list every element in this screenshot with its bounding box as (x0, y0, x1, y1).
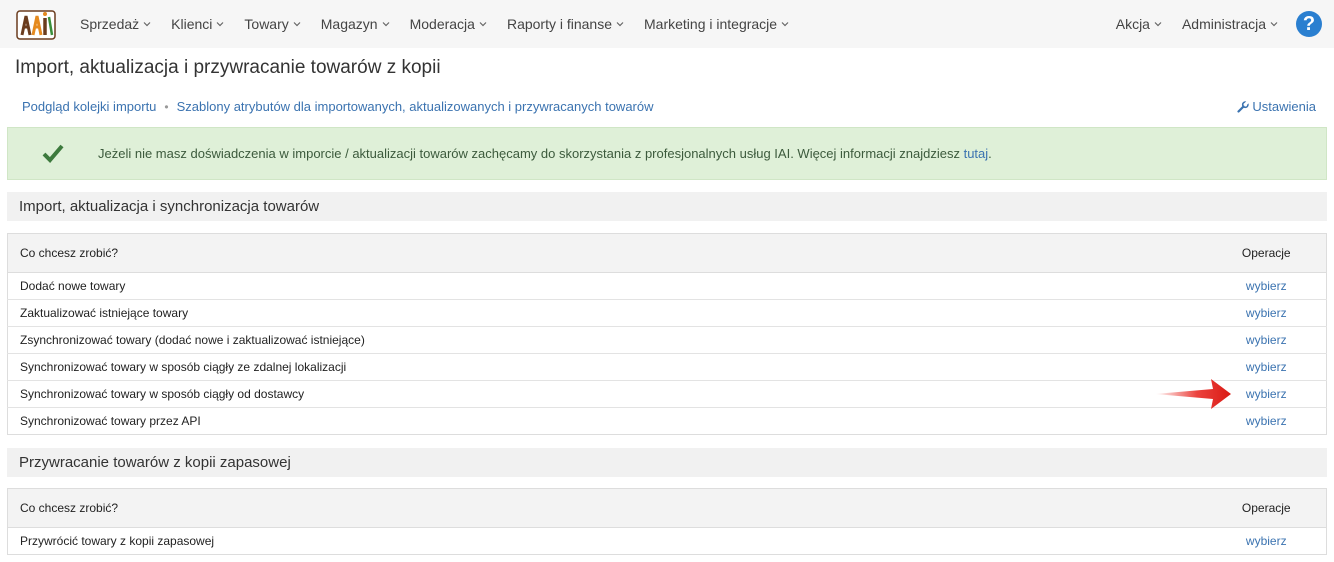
choose-link[interactable]: wybierz (1246, 306, 1287, 320)
choose-link[interactable]: wybierz (1246, 279, 1287, 293)
row-label: Przywrócić towary z kopii zapasowej (20, 534, 215, 548)
settings-link[interactable]: Ustawienia (1237, 99, 1316, 114)
chevron-down-icon (479, 22, 487, 27)
menu-klienci[interactable]: Klienci (161, 0, 234, 48)
table-header-row: Co chcesz zrobić? Operacje (7, 233, 1327, 273)
top-navbar: Sprzedaż Klienci Towary Magazyn Moderacj… (0, 0, 1334, 48)
table-header-row: Co chcesz zrobić? Operacje (7, 488, 1327, 528)
col-question: Co chcesz zrobić? (7, 233, 1207, 273)
alert-text: Jeżeli nie masz doświadczenia w imporcie… (98, 146, 964, 161)
attribute-templates-link[interactable]: Szablony atrybutów dla importowanych, ak… (177, 99, 654, 114)
table-row: Synchronizować towary przez API wybierz (8, 408, 1327, 435)
iai-logo[interactable] (16, 8, 56, 41)
checkmark-icon (42, 144, 64, 163)
menu-towary[interactable]: Towary (234, 0, 310, 48)
section-header-import: Import, aktualizacja i synchronizacja to… (7, 192, 1327, 221)
row-label: Zsynchronizować towary (dodać nowe i zak… (7, 326, 1207, 354)
chevron-down-icon (616, 22, 624, 27)
chevron-down-icon (216, 22, 224, 27)
col-operations: Operacje (1206, 488, 1327, 528)
menu-label: Magazyn (320, 16, 378, 32)
alert-after: . (988, 146, 992, 161)
table-row: Zsynchronizować towary (dodać nowe i zak… (7, 326, 1327, 354)
subnav: Podgląd kolejki importu • Szablony atryb… (22, 99, 654, 114)
restore-options-table: Co chcesz zrobić? Operacje Przywrócić to… (7, 488, 1327, 555)
alert-link[interactable]: tutaj (964, 146, 989, 161)
table-row: Synchronizować towary w sposób ciągły od… (7, 380, 1327, 408)
row-label: Zaktualizować istniejące towary (7, 299, 1207, 327)
page-title: Import, aktualizacja i przywracanie towa… (15, 57, 441, 78)
section-header-restore: Przywracanie towarów z kopii zapasowej (7, 448, 1327, 477)
info-alert: Jeżeli nie masz doświadczenia w imporcie… (7, 127, 1327, 180)
table-row: Synchronizować towary w sposób ciągły ze… (7, 353, 1327, 381)
chevron-down-icon (143, 22, 151, 27)
menu-label: Klienci (171, 16, 213, 32)
right-menu: Akcja Administracja ? (1106, 0, 1334, 48)
col-question: Co chcesz zrobić? (7, 488, 1207, 528)
separator: • (164, 99, 169, 114)
col-operations: Operacje (1206, 233, 1327, 273)
row-label: Synchronizować towary przez API (20, 414, 201, 428)
menu-label: Raporty i finanse (506, 16, 613, 32)
table-row: Zaktualizować istniejące towary wybierz (7, 299, 1327, 327)
help-icon[interactable]: ? (1296, 11, 1322, 37)
menu-label: Moderacja (409, 16, 475, 32)
menu-label: Akcja (1115, 16, 1150, 32)
menu-label: Towary (244, 16, 289, 32)
chevron-down-icon (1154, 22, 1162, 27)
choose-link[interactable]: wybierz (1246, 333, 1287, 347)
menu-raporty[interactable]: Raporty i finanse (497, 0, 634, 48)
alert-message: Jeżeli nie masz doświadczenia w imporcie… (98, 146, 992, 161)
import-options-table: Co chcesz zrobić? Operacje Dodać nowe to… (7, 233, 1327, 435)
main-menu: Sprzedaż Klienci Towary Magazyn Moderacj… (70, 0, 799, 48)
menu-moderacja[interactable]: Moderacja (400, 0, 497, 48)
chevron-down-icon (781, 22, 789, 27)
chevron-down-icon (382, 22, 390, 27)
menu-magazyn[interactable]: Magazyn (311, 0, 400, 48)
table-row: Dodać nowe towary wybierz (7, 272, 1327, 300)
import-queue-link[interactable]: Podgląd kolejki importu (22, 99, 156, 114)
menu-akcja[interactable]: Akcja (1106, 0, 1172, 48)
row-label: Dodać nowe towary (7, 272, 1207, 300)
menu-administracja[interactable]: Administracja (1172, 0, 1288, 48)
chevron-down-icon (1270, 22, 1278, 27)
choose-link[interactable]: wybierz (1246, 414, 1287, 428)
menu-sprzedaz[interactable]: Sprzedaż (70, 0, 161, 48)
wrench-icon (1237, 100, 1250, 113)
choose-link[interactable]: wybierz (1246, 360, 1287, 374)
menu-label: Administracja (1181, 16, 1266, 32)
chevron-down-icon (293, 22, 301, 27)
table-row: Przywrócić towary z kopii zapasowej wybi… (8, 528, 1327, 555)
menu-marketing[interactable]: Marketing i integracje (634, 0, 799, 48)
choose-link[interactable]: wybierz (1246, 534, 1287, 548)
settings-label: Ustawienia (1252, 99, 1316, 114)
menu-label: Sprzedaż (80, 16, 140, 32)
red-arrow-icon (1155, 379, 1231, 409)
choose-link[interactable]: wybierz (1246, 387, 1287, 401)
row-label: Synchronizować towary w sposób ciągły ze… (7, 353, 1207, 381)
menu-label: Marketing i integracje (644, 16, 778, 32)
row-label: Synchronizować towary w sposób ciągły od… (7, 380, 1207, 408)
